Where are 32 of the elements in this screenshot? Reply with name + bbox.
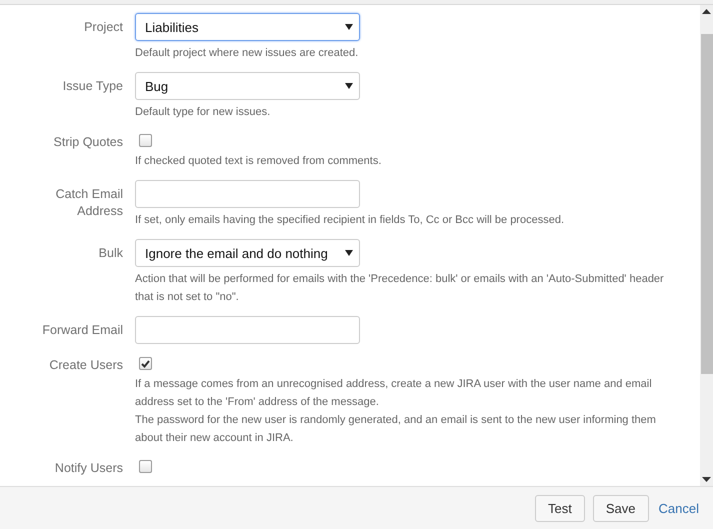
field-description: Default type for new issues. bbox=[135, 105, 272, 120]
checkbox[interactable] bbox=[139, 357, 152, 370]
checkbox[interactable] bbox=[139, 460, 152, 473]
cancel-link[interactable]: Cancel bbox=[658, 500, 699, 516]
field-label: Notify Users bbox=[54, 460, 123, 477]
dropdown[interactable]: Ignore the email and do nothing bbox=[135, 239, 360, 267]
footer-button[interactable]: Test bbox=[535, 494, 585, 522]
input-field[interactable] bbox=[135, 180, 360, 208]
field-label: Create Users bbox=[48, 357, 123, 374]
field-label: Catch Email Address bbox=[54, 186, 123, 220]
caret-icon bbox=[345, 83, 353, 89]
scrollbar[interactable] bbox=[700, 5, 713, 486]
scroll-up-icon[interactable] bbox=[702, 9, 711, 14]
field-label: Strip Quotes bbox=[52, 134, 123, 151]
checkbox[interactable] bbox=[139, 134, 152, 147]
scroll-down-icon[interactable] bbox=[702, 477, 711, 482]
dropdown[interactable]: Liabilities bbox=[135, 13, 360, 41]
field-label: Bulk bbox=[98, 245, 123, 262]
field-label: Forward Email bbox=[41, 322, 123, 339]
caret-icon bbox=[345, 24, 353, 30]
field-description: The password for the new user is randomly generated, and an email is sent to the new user informing them about their new account in JIRA. bbox=[135, 413, 657, 446]
field-description: If a message comes from an unrecognised address, create a new JIRA user with the user name and email address set to the 'From' address of the message. bbox=[135, 377, 653, 410]
field-description: Action that will be performed for emails with the 'Precedence: bulk' or emails with an 'Auto-Submitted' header that is not set to "no". bbox=[135, 272, 665, 305]
field-description: Default project where new issues are created. bbox=[135, 46, 360, 61]
field-description: If checked quoted text is removed from comments. bbox=[135, 154, 382, 169]
field-label: Issue Type bbox=[62, 78, 123, 95]
field-label: Project bbox=[83, 19, 123, 36]
input-field[interactable] bbox=[135, 316, 360, 344]
caret-icon bbox=[345, 250, 353, 256]
dropdown[interactable]: Bug bbox=[135, 72, 360, 100]
field-description: If set, only emails having the specified recipient in fields To, Cc or Bcc will be processed. bbox=[135, 213, 565, 228]
footer-button[interactable]: Save bbox=[592, 494, 649, 522]
